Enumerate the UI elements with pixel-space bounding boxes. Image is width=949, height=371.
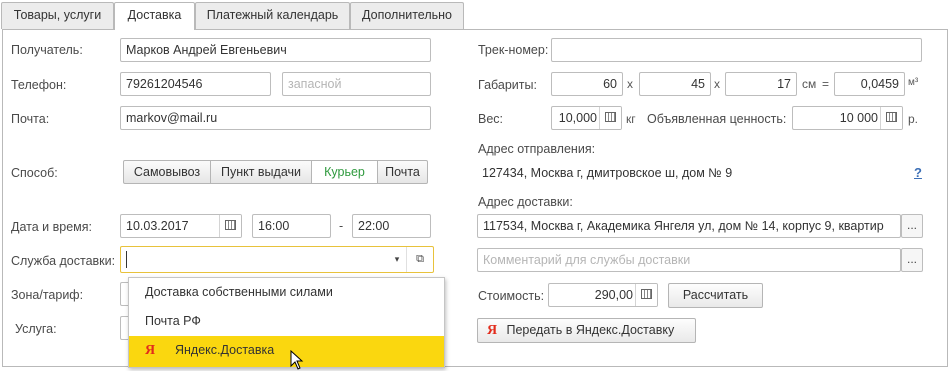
- time-to-field[interactable]: 22:00: [352, 214, 431, 238]
- weight-value: 10,000: [558, 111, 597, 125]
- declared-field[interactable]: 10 000: [792, 106, 903, 130]
- service-label: Служба доставки:: [11, 254, 116, 268]
- yandex-send-button[interactable]: Я Передать в Яндекс.Доставку: [477, 318, 696, 343]
- volume-field[interactable]: 0,0459: [834, 72, 905, 96]
- dim-height-field[interactable]: 17: [725, 72, 797, 96]
- dropdown-item-own[interactable]: Доставка собственными силами: [129, 278, 444, 307]
- dropdown-item-yandex[interactable]: Я Яндекс.Доставка: [129, 336, 444, 367]
- open-form-icon[interactable]: ⧉: [411, 247, 429, 272]
- comment-select-button[interactable]: ...: [901, 248, 923, 272]
- weight-label: Вес:: [478, 112, 504, 126]
- dim-length-field[interactable]: 60: [551, 72, 623, 96]
- text-caret: [126, 251, 127, 268]
- date-value: 10.03.2017: [126, 219, 189, 233]
- declared-unit: р.: [908, 112, 919, 126]
- from-address-value: 127434, Москва г, дмитровское ш, дом № 9: [482, 166, 733, 180]
- cost-field[interactable]: 290,00: [548, 283, 658, 307]
- cost-value: 290,00: [594, 288, 633, 302]
- time-from-field[interactable]: 16:00: [252, 214, 331, 238]
- yandex-send-label: Передать в Яндекс.Доставку: [506, 323, 675, 337]
- weight-unit: кг: [626, 112, 636, 126]
- service-dropdown-list: Доставка собственными силами Почта РФ ЯЯ…: [128, 277, 445, 368]
- recipient-label: Получатель:: [11, 43, 83, 57]
- dropdown-item-yandex-label: Яндекс.Доставка: [175, 343, 275, 357]
- usluga-label: Услуга:: [15, 322, 57, 336]
- mouse-cursor-icon: [290, 350, 304, 370]
- declared-calc-button[interactable]: [880, 107, 902, 129]
- email-label: Почта:: [11, 112, 50, 126]
- phone-label: Телефон:: [11, 78, 67, 92]
- calculator-icon: [641, 289, 652, 299]
- method-pickup-button[interactable]: Самовывоз: [123, 160, 211, 184]
- datetime-label: Дата и время:: [11, 220, 92, 234]
- dim-width-field[interactable]: 45: [639, 72, 711, 96]
- track-field[interactable]: [551, 38, 922, 62]
- time-dash: -: [339, 219, 344, 233]
- dropdown-item-pochta[interactable]: Почта РФ: [129, 307, 444, 336]
- calculator-icon: [605, 112, 616, 122]
- calendar-button[interactable]: [219, 215, 241, 237]
- dim-unit: см: [802, 77, 817, 91]
- yandex-logo-icon: Я: [487, 323, 498, 338]
- calculator-icon: [886, 112, 897, 122]
- calendar-icon: [225, 220, 236, 230]
- recipient-field[interactable]: Марков Андрей Евгеньевич: [120, 38, 431, 62]
- declared-value: 10 000: [839, 111, 878, 125]
- dropdown-arrow-icon[interactable]: ▾: [387, 247, 407, 272]
- date-field[interactable]: 10.03.2017: [120, 214, 242, 238]
- dim-x-1: x: [627, 77, 633, 91]
- method-label: Способ:: [11, 166, 58, 180]
- method-mail-button[interactable]: Почта: [377, 160, 428, 184]
- comment-field[interactable]: Комментарий для службы доставки: [477, 248, 901, 272]
- help-link[interactable]: ?: [914, 165, 922, 180]
- to-address-select-button[interactable]: ...: [901, 214, 923, 238]
- to-address-label: Адрес доставки:: [478, 195, 573, 209]
- cost-calc-button[interactable]: [635, 284, 657, 306]
- track-label: Трек-номер:: [478, 43, 549, 57]
- dim-equals: =: [822, 77, 830, 91]
- yandex-logo-icon: Я: [145, 343, 156, 358]
- from-address-label: Адрес отправления:: [478, 142, 596, 156]
- to-address-field[interactable]: 117534, Москва г, Академика Янгеля ул, д…: [477, 214, 901, 238]
- email-field[interactable]: markov@mail.ru: [120, 106, 431, 130]
- method-pickup-point-button[interactable]: Пункт выдачи: [210, 160, 312, 184]
- calculate-button[interactable]: Рассчитать: [668, 283, 763, 308]
- zone-label: Зона/тариф:: [11, 288, 84, 302]
- weight-calc-button[interactable]: [599, 107, 621, 129]
- weight-field[interactable]: 10,000: [551, 106, 622, 130]
- cost-label: Стоимость:: [478, 289, 545, 303]
- method-courier-button[interactable]: Курьер: [311, 160, 378, 184]
- phone-extra-field[interactable]: запасной: [282, 72, 431, 96]
- phone-field[interactable]: 79261204546: [120, 72, 271, 96]
- dims-label: Габариты:: [478, 78, 537, 92]
- declared-label: Объявленная ценность:: [647, 112, 787, 126]
- volume-unit: м³: [908, 77, 919, 88]
- dim-x-2: x: [714, 77, 720, 91]
- service-select[interactable]: ▾ ⧉: [120, 246, 434, 273]
